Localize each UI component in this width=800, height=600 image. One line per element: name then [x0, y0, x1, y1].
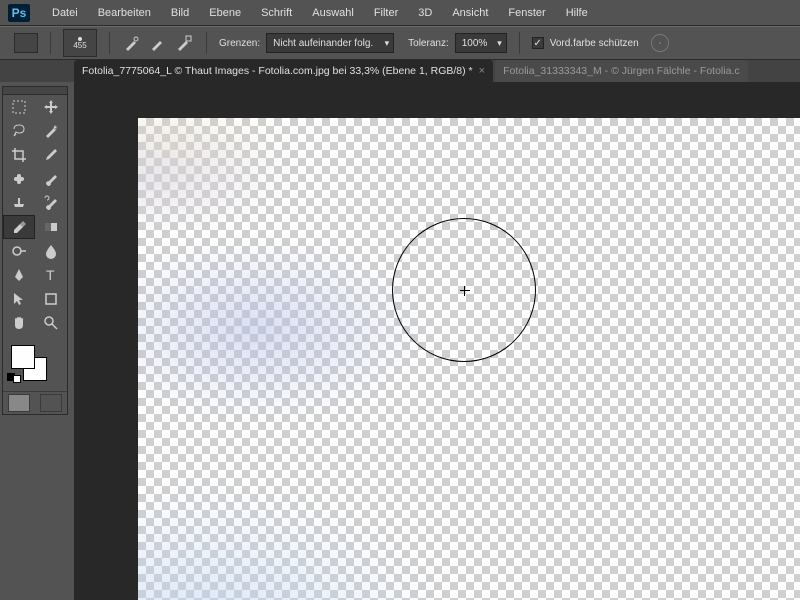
menu-auswahl[interactable]: Auswahl [302, 3, 364, 23]
document-area: Fotolia_7775064_L © Thaut Images - Fotol… [74, 82, 800, 600]
menu-bar: Ps Datei Bearbeiten Bild Ebene Schrift A… [0, 0, 800, 26]
blur-tool[interactable] [35, 239, 67, 263]
toolbox-grip[interactable] [3, 87, 67, 95]
lasso-tool[interactable] [3, 119, 35, 143]
magic-wand-tool[interactable] [35, 119, 67, 143]
protect-foreground-checkbox[interactable]: ✓ [532, 37, 544, 49]
gradient-tool[interactable] [35, 215, 67, 239]
default-colors-icon[interactable] [7, 373, 21, 383]
healing-brush-tool[interactable] [3, 167, 35, 191]
dodge-tool[interactable] [3, 239, 35, 263]
toolbox: T [2, 86, 68, 415]
clone-stamp-tool[interactable] [3, 191, 35, 215]
tab-1[interactable]: Fotolia_7775064_L © Thaut Images - Fotol… [74, 60, 493, 82]
menu-ansicht[interactable]: Ansicht [442, 3, 498, 23]
tab-1-label: Fotolia_7775064_L © Thaut Images - Fotol… [82, 65, 473, 77]
type-tool[interactable]: T [35, 263, 67, 287]
quick-mask-button[interactable] [8, 394, 30, 412]
menu-schrift[interactable]: Schrift [251, 3, 302, 23]
menu-hilfe[interactable]: Hilfe [556, 3, 598, 23]
brush-size-label: 455 [73, 41, 86, 50]
app-logo: Ps [8, 4, 30, 22]
menu-bearbeiten[interactable]: Bearbeiten [88, 3, 161, 23]
toleranz-select[interactable]: 100% [455, 33, 507, 53]
brush-tool[interactable] [35, 167, 67, 191]
menu-datei[interactable]: Datei [42, 3, 88, 23]
options-bar: 455 Grenzen: Nicht aufeinander folg. Tol… [0, 26, 800, 60]
brush-preset-picker[interactable]: 455 [63, 29, 97, 57]
hand-tool[interactable] [3, 311, 35, 335]
eyedropper-tool[interactable] [35, 143, 67, 167]
tool-preset-picker[interactable] [14, 33, 38, 53]
menu-3d[interactable]: 3D [408, 3, 442, 23]
marquee-tool[interactable] [3, 95, 35, 119]
menu-fenster[interactable]: Fenster [498, 3, 555, 23]
menu-ebene[interactable]: Ebene [199, 3, 251, 23]
move-tool[interactable] [35, 95, 67, 119]
screen-mode-button[interactable] [40, 394, 62, 412]
sampling-swatch-icon[interactable] [174, 34, 194, 52]
toleranz-label: Toleranz: [408, 38, 449, 49]
tab-2[interactable]: Fotolia_31333343_M - © Jürgen Fälchle - … [495, 60, 748, 82]
pressure-target-icon[interactable] [651, 34, 669, 52]
foreground-color-swatch[interactable] [11, 345, 35, 369]
menu-filter[interactable]: Filter [364, 3, 408, 23]
history-brush-tool[interactable] [35, 191, 67, 215]
tab-bar: Fotolia_7775064_L © Thaut Images - Fotol… [0, 60, 800, 82]
protect-foreground-label: Vord.farbe schützen [550, 38, 639, 49]
sampling-continuous-icon[interactable] [122, 34, 142, 52]
brush-cursor-cross [460, 286, 470, 296]
path-selection-tool[interactable] [3, 287, 35, 311]
pen-tool[interactable] [3, 263, 35, 287]
sampling-once-icon[interactable] [148, 34, 168, 52]
background-eraser-tool[interactable] [3, 215, 35, 239]
svg-text:T: T [46, 267, 55, 283]
tab-1-close-icon[interactable]: × [479, 65, 485, 77]
canvas[interactable] [138, 118, 800, 600]
crop-tool[interactable] [3, 143, 35, 167]
tab-2-label: Fotolia_31333343_M - © Jürgen Fälchle - … [503, 65, 740, 77]
color-swatches[interactable] [3, 343, 67, 391]
grenzen-label: Grenzen: [219, 38, 260, 49]
shape-tool[interactable] [35, 287, 67, 311]
menu-bild[interactable]: Bild [161, 3, 199, 23]
zoom-tool[interactable] [35, 311, 67, 335]
grenzen-select[interactable]: Nicht aufeinander folg. [266, 33, 394, 53]
